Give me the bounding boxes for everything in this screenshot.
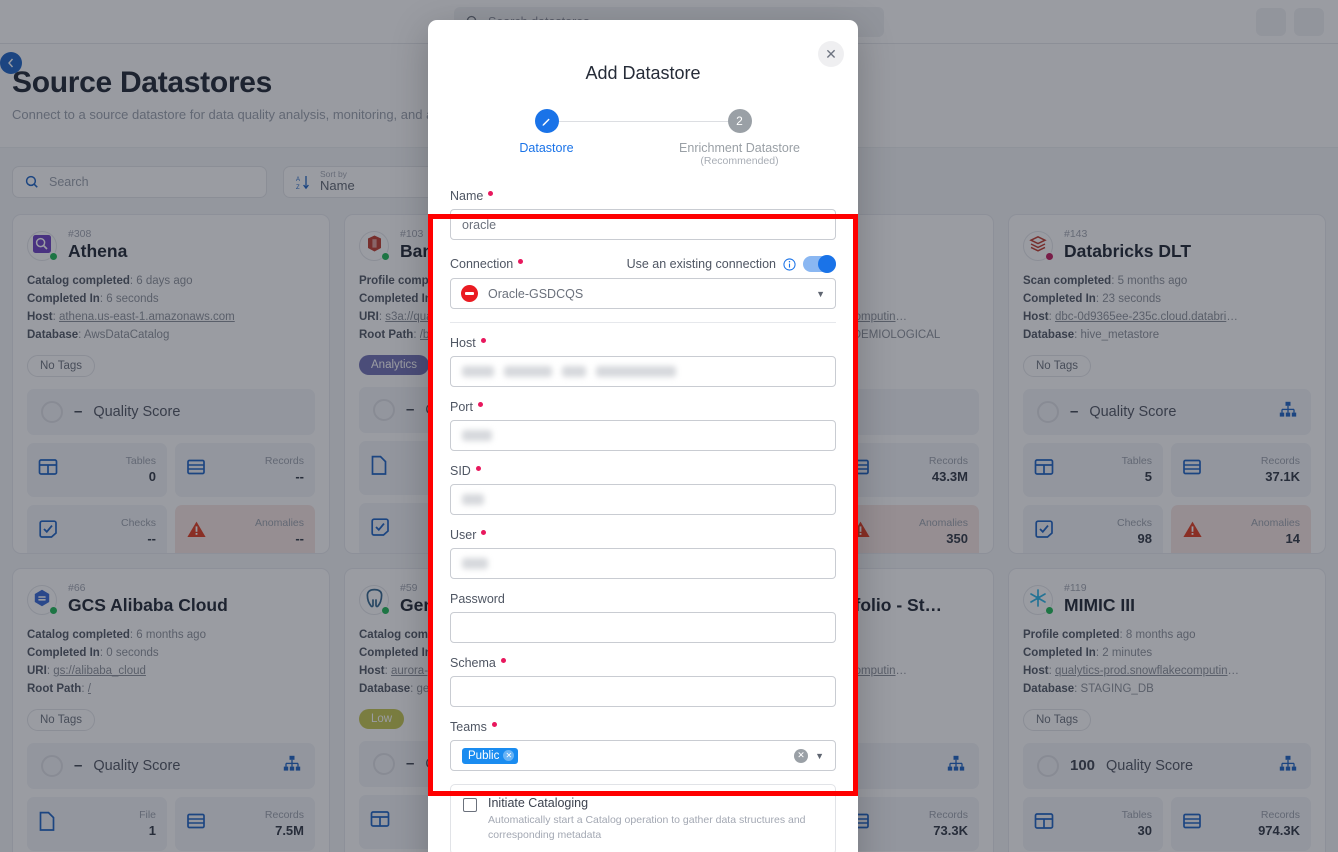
form-divider xyxy=(450,322,836,323)
use-existing-connection-row: Use an existing connection xyxy=(626,255,836,273)
required-dot-icon xyxy=(475,465,481,471)
initiate-cataloging-card[interactable]: Initiate Cataloging Automatically start … xyxy=(450,784,836,852)
connection-select-value: Oracle-GSDCQS xyxy=(488,286,584,301)
team-chip-label: Public xyxy=(468,749,500,762)
wizard-stepper: Datastore 2 Enrichment Datastore (Recomm… xyxy=(428,109,858,167)
name-input-value: oracle xyxy=(462,217,497,232)
chevron-down-icon[interactable]: ▼ xyxy=(815,751,824,761)
name-label: Name xyxy=(450,189,484,203)
password-label-row: Password xyxy=(450,592,836,606)
page-root: Search datastores Source Datastores Conn… xyxy=(0,0,1338,852)
password-label: Password xyxy=(450,592,505,606)
sid-masked-value xyxy=(462,494,484,505)
sid-label: SID xyxy=(450,464,471,478)
port-input[interactable] xyxy=(450,420,836,451)
host-masked-value xyxy=(504,366,552,377)
required-dot-icon xyxy=(477,401,483,407)
required-dot-icon xyxy=(491,721,497,727)
required-dot-icon xyxy=(518,258,524,264)
oracle-icon xyxy=(461,285,478,302)
modal-title: Add Datastore xyxy=(585,63,701,83)
host-label-row: Host xyxy=(450,336,836,350)
teams-label: Teams xyxy=(450,720,487,734)
initiate-cataloging-title: Initiate Cataloging xyxy=(488,796,589,810)
port-masked-value xyxy=(462,430,492,441)
clear-all-icon[interactable]: ✕ xyxy=(794,748,809,763)
sid-input[interactable] xyxy=(450,484,836,515)
port-label-row: Port xyxy=(450,400,836,414)
teams-label-row: Teams xyxy=(450,720,836,734)
user-input[interactable] xyxy=(450,548,836,579)
host-label: Host xyxy=(450,336,476,350)
field-connection: Connection Use an existing connection Or… xyxy=(450,255,836,309)
host-masked-value xyxy=(462,366,494,377)
initiate-cataloging-checkbox[interactable] xyxy=(463,798,477,812)
schema-label-row: Schema xyxy=(450,656,836,670)
field-sid: SID xyxy=(450,464,836,515)
required-dot-icon xyxy=(488,190,494,196)
host-input[interactable] xyxy=(450,356,836,387)
use-existing-connection-toggle[interactable] xyxy=(803,255,836,273)
teams-select[interactable]: Public ✕ ✕ ▼ xyxy=(450,740,836,771)
port-label: Port xyxy=(450,400,473,414)
datastore-form: Name oracle Connection Use an existing c… xyxy=(428,167,858,852)
field-name: Name oracle xyxy=(450,189,836,240)
stepper-step-datastore[interactable]: Datastore xyxy=(450,109,643,167)
host-masked-value xyxy=(596,366,676,377)
password-input[interactable] xyxy=(450,612,836,643)
name-label-row: Name xyxy=(450,189,836,203)
pencil-icon xyxy=(534,109,559,133)
stepper-label-enrichment: Enrichment Datastore xyxy=(679,141,800,155)
user-label: User xyxy=(450,528,477,542)
stepper-label-datastore: Datastore xyxy=(519,141,574,155)
add-datastore-modal: ✕ Add Datastore Datastore 2 Enrichment D… xyxy=(428,20,858,852)
required-dot-icon xyxy=(500,657,506,663)
close-icon[interactable]: ✕ xyxy=(818,41,844,67)
stepper-number-2: 2 xyxy=(727,109,752,133)
stepper-connector xyxy=(548,121,738,122)
connection-header: Connection Use an existing connection xyxy=(450,255,836,273)
field-teams: Teams Public ✕ ✕ ▼ xyxy=(450,720,836,771)
field-password: Password xyxy=(450,592,836,643)
required-dot-icon xyxy=(481,529,487,535)
use-existing-connection-label: Use an existing connection xyxy=(626,257,776,271)
host-masked-value xyxy=(562,366,586,377)
team-chip-public[interactable]: Public ✕ xyxy=(462,747,519,764)
field-port: Port xyxy=(450,400,836,451)
required-dot-icon xyxy=(480,337,486,343)
initiate-cataloging-description: Automatically start a Catalog operation … xyxy=(488,814,806,841)
connection-select[interactable]: Oracle-GSDCQS ▼ xyxy=(450,278,836,309)
info-icon[interactable] xyxy=(783,257,796,271)
schema-label: Schema xyxy=(450,656,496,670)
field-user: User xyxy=(450,528,836,579)
name-input[interactable]: oracle xyxy=(450,209,836,240)
sid-label-row: SID xyxy=(450,464,836,478)
user-masked-value xyxy=(462,558,488,569)
connection-label-row: Connection xyxy=(450,257,524,271)
stepper-step-enrichment[interactable]: 2 Enrichment Datastore (Recommended) xyxy=(643,109,836,167)
field-schema: Schema xyxy=(450,656,836,707)
field-host: Host xyxy=(450,336,836,387)
stepper-sublabel-enrichment: (Recommended) xyxy=(700,155,779,167)
chevron-down-icon: ▼ xyxy=(816,288,825,299)
user-label-row: User xyxy=(450,528,836,542)
schema-input[interactable] xyxy=(450,676,836,707)
chip-remove-icon[interactable]: ✕ xyxy=(503,750,515,761)
connection-label: Connection xyxy=(450,257,514,271)
